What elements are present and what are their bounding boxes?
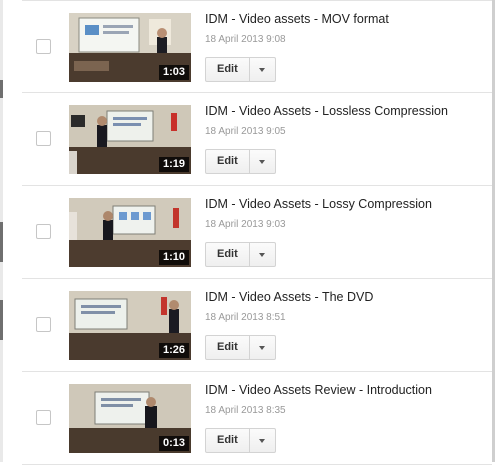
upload-date: 18 April 2013 8:35: [205, 405, 286, 416]
select-checkbox[interactable]: [36, 224, 51, 239]
video-row: 1:10 IDM - Video Assets - Lossy Compress…: [22, 186, 492, 279]
chevron-down-icon: [258, 439, 265, 443]
video-title[interactable]: IDM - Video Assets - Lossless Compressio…: [205, 104, 448, 118]
edit-menu-button[interactable]: [249, 428, 276, 453]
video-row: 1:03 IDM - Video assets - MOV format 18 …: [22, 0, 492, 93]
duration-badge: 1:26: [158, 343, 189, 358]
video-thumbnail[interactable]: 1:10: [69, 198, 191, 267]
video-title[interactable]: IDM - Video Assets - Lossy Compression: [205, 197, 432, 211]
duration-badge: 1:10: [158, 250, 189, 265]
video-title[interactable]: IDM - Video assets - MOV format: [205, 12, 389, 26]
left-panel-marker: [0, 300, 3, 340]
left-panel-marker: [0, 222, 3, 262]
duration-badge: 0:13: [158, 436, 189, 451]
video-title[interactable]: IDM - Video Assets - The DVD: [205, 290, 373, 304]
upload-date: 18 April 2013 9:08: [205, 34, 286, 45]
video-row: 1:26 IDM - Video Assets - The DVD 18 Apr…: [22, 279, 492, 372]
edit-controls: Edit: [205, 335, 276, 360]
select-checkbox[interactable]: [36, 410, 51, 425]
edit-controls: Edit: [205, 149, 276, 174]
select-checkbox[interactable]: [36, 317, 51, 332]
duration-badge: 1:03: [158, 65, 189, 80]
video-thumbnail[interactable]: 1:03: [69, 13, 191, 82]
edit-button[interactable]: Edit: [205, 242, 250, 267]
select-checkbox[interactable]: [36, 131, 51, 146]
video-list: 1:03 IDM - Video assets - MOV format 18 …: [22, 0, 492, 465]
chevron-down-icon: [258, 253, 265, 257]
upload-date: 18 April 2013 9:05: [205, 126, 286, 137]
upload-date: 18 April 2013 9:03: [205, 219, 286, 230]
edit-button[interactable]: Edit: [205, 335, 250, 360]
upload-date: 18 April 2013 8:51: [205, 312, 286, 323]
left-panel-edge: [0, 0, 22, 462]
chevron-down-icon: [258, 160, 265, 164]
video-thumbnail[interactable]: 1:26: [69, 291, 191, 360]
edit-button[interactable]: Edit: [205, 428, 250, 453]
duration-badge: 1:19: [158, 157, 189, 172]
video-thumbnail[interactable]: 0:13: [69, 384, 191, 453]
edit-menu-button[interactable]: [249, 335, 276, 360]
edit-button[interactable]: Edit: [205, 149, 250, 174]
edit-controls: Edit: [205, 57, 276, 82]
chevron-down-icon: [258, 346, 265, 350]
left-scrollbar-thumb[interactable]: [0, 80, 3, 98]
video-row: 1:19 IDM - Video Assets - Lossless Compr…: [22, 93, 492, 186]
select-checkbox[interactable]: [36, 39, 51, 54]
video-row: 0:13 IDM - Video Assets Review - Introdu…: [22, 372, 492, 465]
edit-menu-button[interactable]: [249, 57, 276, 82]
edit-controls: Edit: [205, 242, 276, 267]
edit-menu-button[interactable]: [249, 242, 276, 267]
chevron-down-icon: [258, 68, 265, 72]
edit-button[interactable]: Edit: [205, 57, 250, 82]
video-thumbnail[interactable]: 1:19: [69, 105, 191, 174]
video-title[interactable]: IDM - Video Assets Review - Introduction: [205, 383, 432, 397]
edit-menu-button[interactable]: [249, 149, 276, 174]
edit-controls: Edit: [205, 428, 276, 453]
